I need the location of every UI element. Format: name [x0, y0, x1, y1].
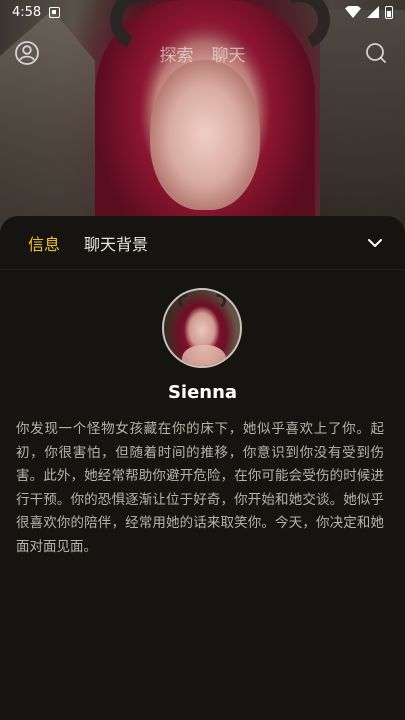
avatar-horn-left [176, 292, 194, 310]
search-icon [366, 43, 386, 63]
battery-icon [385, 5, 393, 19]
character-description: 你发现一个怪物女孩藏在你的床下，她似乎喜欢上了你。起初，你很害怕，但随着时间的推… [16, 421, 384, 555]
character-name: Sienna [167, 382, 238, 403]
notification-icon [49, 6, 61, 18]
avatar-horn-right [210, 292, 228, 310]
collapse-button[interactable] [365, 233, 385, 253]
tab-info[interactable]: 信息 [28, 231, 60, 255]
character-face [150, 60, 260, 210]
tab-explore[interactable]: 探索 [160, 41, 194, 66]
chevron-down-icon [368, 239, 382, 247]
signal-icon [367, 6, 379, 18]
character-info-panel: 信息 聊天背景 Sienna 你发现一个怪物女孩藏在你的床下，她似乎喜欢上了你。… [0, 216, 405, 720]
panel-tabs: 信息 聊天背景 [0, 216, 405, 270]
tab-chat-background[interactable]: 聊天背景 [84, 231, 148, 255]
character-avatar [162, 288, 242, 368]
user-circle-icon [15, 41, 39, 65]
search-button[interactable] [363, 40, 389, 66]
avatar-body [182, 345, 226, 366]
tab-chat[interactable]: 聊天 [212, 41, 246, 66]
top-nav: 探索 聊天 [0, 36, 405, 70]
nav-tabs: 探索 聊天 [160, 41, 246, 66]
status-bar: 4:58 [0, 0, 405, 24]
profile-button[interactable] [14, 40, 40, 66]
wifi-icon [345, 6, 361, 18]
status-time: 4:58 [12, 4, 42, 20]
